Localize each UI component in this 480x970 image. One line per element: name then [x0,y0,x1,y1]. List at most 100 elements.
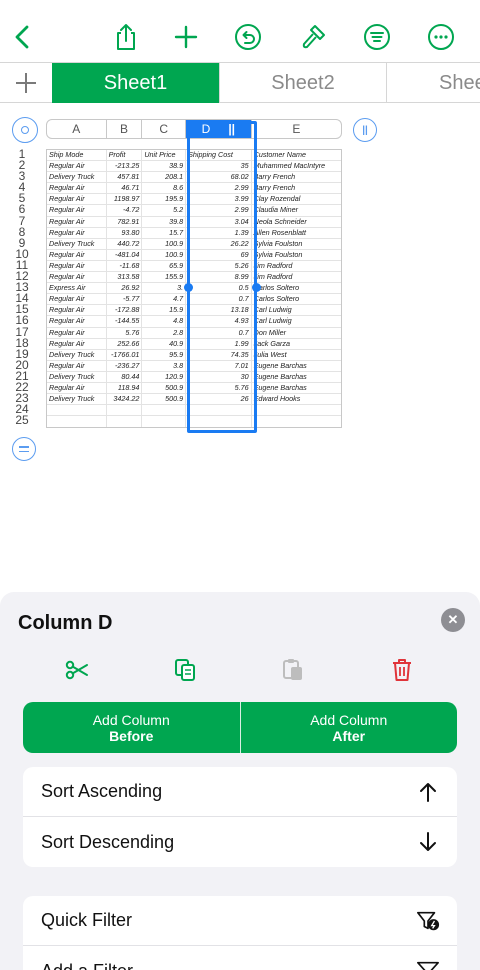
ship-mode-cell[interactable]: Regular Air [47,316,107,327]
ship-mode-cell[interactable]: Regular Air [47,305,107,316]
profit-cell[interactable]: 313.58 [107,272,143,283]
customer-name-cell[interactable]: Muhammed MacIntyre [252,161,341,171]
ship-mode-cell[interactable] [47,405,107,416]
unit-price-cell[interactable]: 8.6 [142,183,187,194]
sort-ascending-button[interactable]: Sort Ascending [23,767,457,817]
profit-cell[interactable] [107,405,143,416]
more-icon[interactable] [424,20,458,54]
column-header-b[interactable]: B [107,120,143,138]
header-cell[interactable]: Customer Name [252,150,341,160]
ship-mode-cell[interactable]: Express Air [47,283,107,294]
unit-price-cell[interactable]: 4.8 [142,316,187,327]
customer-name-cell[interactable]: Eugene Barchas [252,372,341,382]
scissors-icon[interactable] [62,656,92,684]
add-column-handle-icon[interactable]: || [353,118,377,142]
customer-name-cell[interactable]: Sylvia Foulston [252,250,341,260]
trash-icon[interactable] [387,656,417,684]
unit-price-cell[interactable]: 2.8 [142,327,187,338]
customer-name-cell[interactable]: Jack Garza [252,339,341,349]
ship-mode-cell[interactable]: Regular Air [47,161,107,172]
unit-price-cell[interactable]: 500.9 [142,394,187,405]
profit-cell[interactable]: 26.92 [107,283,143,294]
ship-mode-cell[interactable]: Regular Air [47,194,107,205]
ship-mode-cell[interactable]: Delivery Truck [47,394,107,405]
customer-name-cell[interactable] [252,405,341,415]
customer-name-cell[interactable]: Clay Rozendal [252,194,341,204]
profit-cell[interactable]: -481.04 [107,249,143,260]
customer-name-cell[interactable]: Claudia Miner [252,205,341,215]
column-header-e[interactable]: E [252,120,341,138]
customer-name-cell[interactable]: Edward Hooks [252,394,341,404]
unit-price-cell[interactable]: 195.9 [142,194,187,205]
customer-name-cell[interactable]: Jim Radford [252,261,341,271]
unit-price-cell[interactable]: 100.9 [142,238,187,249]
profit-cell[interactable]: -1766.01 [107,349,143,360]
ship-mode-cell[interactable]: Regular Air [47,360,107,371]
customer-name-cell[interactable]: Carlos Soltero [252,283,341,293]
add-column-after-button[interactable]: Add Column After [241,702,458,753]
ship-mode-cell[interactable]: Delivery Truck [47,172,107,183]
profit-cell[interactable]: -4.72 [107,205,143,216]
profit-cell[interactable]: 46.71 [107,183,143,194]
profit-cell[interactable] [107,416,143,428]
close-icon[interactable]: ✕ [441,608,465,632]
column-header-a[interactable]: A [47,120,107,138]
profit-cell[interactable]: 80.44 [107,371,143,382]
profit-cell[interactable]: -236.27 [107,360,143,371]
back-chevron-icon[interactable] [6,20,40,54]
format-brush-icon[interactable] [296,20,330,54]
selection-handle-right[interactable] [252,283,261,292]
customer-name-cell[interactable]: Neola Schneider [252,217,341,227]
ship-mode-cell[interactable]: Delivery Truck [47,349,107,360]
profit-cell[interactable]: 252.66 [107,338,143,349]
ship-mode-cell[interactable]: Regular Air [47,272,107,283]
share-icon[interactable] [109,20,143,54]
ship-mode-cell[interactable]: Regular Air [47,294,107,305]
ship-mode-cell[interactable]: Regular Air [47,249,107,260]
ship-mode-cell[interactable]: Regular Air [47,183,107,194]
unit-price-cell[interactable] [142,405,187,416]
ship-mode-cell[interactable]: Delivery Truck [47,371,107,382]
profit-cell[interactable]: -5.77 [107,294,143,305]
unit-price-cell[interactable]: 3.8 [142,360,187,371]
customer-name-cell[interactable]: Jim Radford [252,272,341,282]
tab-sheet1[interactable]: Sheet1 [52,63,219,103]
ship-mode-cell[interactable]: Regular Air [47,216,107,227]
unit-price-cell[interactable]: 39.8 [142,216,187,227]
profit-cell[interactable]: -213.25 [107,161,143,172]
quick-filter-button[interactable]: Quick Filter [23,896,457,946]
unit-price-cell[interactable]: 95.9 [142,349,187,360]
profit-cell[interactable]: 440.72 [107,238,143,249]
ship-mode-cell[interactable]: Regular Air [47,382,107,394]
header-cell[interactable]: Ship Mode [47,150,107,161]
copy-icon[interactable] [170,656,200,684]
ship-mode-cell[interactable] [47,416,107,428]
row-number[interactable]: 25 [11,414,33,426]
customer-name-cell[interactable]: Don Miller [252,328,341,338]
unit-price-cell[interactable]: 40.9 [142,338,187,349]
customer-name-cell[interactable]: Sylvia Foulston [252,239,341,249]
header-cell[interactable]: Profit [107,150,143,161]
ship-mode-cell[interactable]: Regular Air [47,227,107,238]
profit-cell[interactable]: -172.88 [107,305,143,316]
customer-name-cell[interactable]: Allen Rosenblatt [252,228,341,238]
tab-sheet3[interactable]: Shee [386,63,480,103]
customer-name-cell[interactable]: Carl Ludwig [252,316,341,326]
ship-mode-cell[interactable]: Regular Air [47,260,107,272]
unit-price-cell[interactable]: 15.7 [142,227,187,238]
unit-price-cell[interactable]: 3. [142,283,187,294]
customer-name-cell[interactable] [252,416,341,427]
undo-icon[interactable] [231,20,265,54]
unit-price-cell[interactable] [142,416,187,428]
add-row-handle-icon[interactable] [12,437,36,461]
add-icon[interactable] [169,20,203,54]
unit-price-cell[interactable]: 208.1 [142,172,187,183]
unit-price-cell[interactable]: 4.7 [142,294,187,305]
add-sheet-icon[interactable] [0,63,52,103]
add-column-before-button[interactable]: Add Column Before [23,702,241,753]
profit-cell[interactable]: 1198.97 [107,194,143,205]
organize-icon[interactable] [360,20,394,54]
selection-handle-left[interactable] [184,283,193,292]
tab-sheet2[interactable]: Sheet2 [219,63,386,103]
profit-cell[interactable]: -144.55 [107,316,143,327]
